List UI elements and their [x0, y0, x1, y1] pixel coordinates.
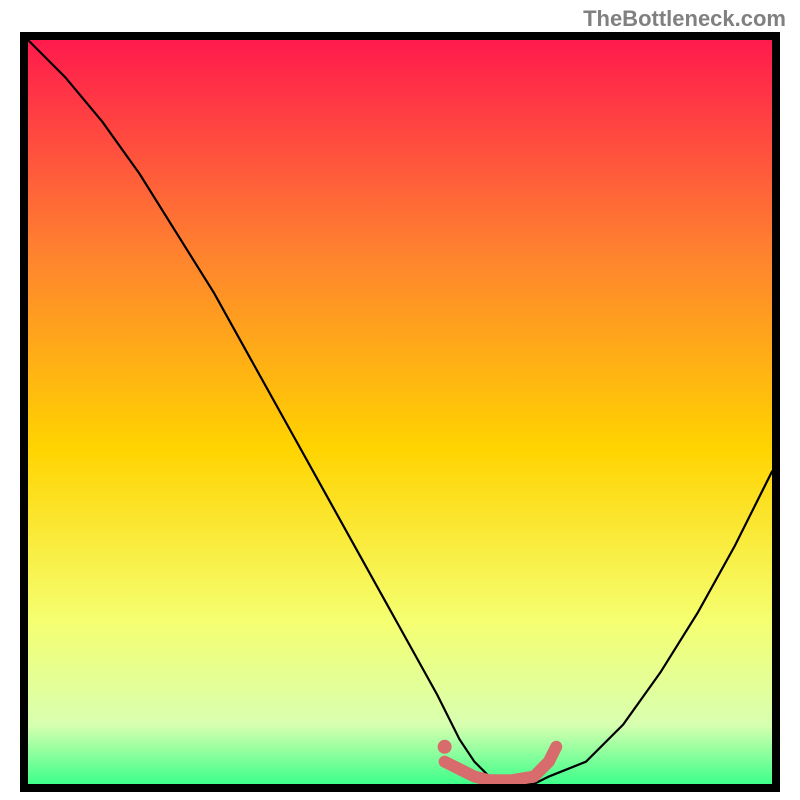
optimal-range-marker-line — [445, 747, 557, 780]
optimal-marker-dot — [438, 740, 452, 754]
bottleneck-curve-line — [28, 40, 772, 784]
watermark-text: TheBottleneck.com — [583, 6, 786, 32]
chart-container: TheBottleneck.com — [0, 0, 800, 800]
chart-frame — [20, 32, 780, 792]
curve-plot — [28, 40, 772, 784]
